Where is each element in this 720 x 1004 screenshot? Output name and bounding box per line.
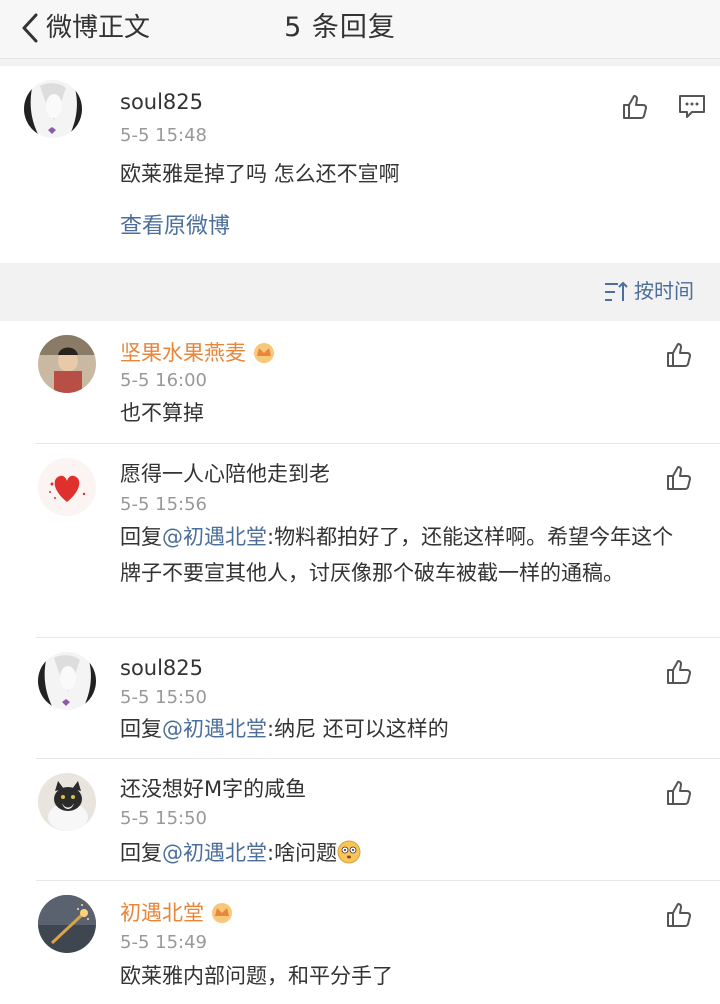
- avatar[interactable]: [38, 773, 96, 831]
- thumbs-up-icon[interactable]: [665, 901, 693, 929]
- reply-username[interactable]: 愿得一人心陪他走到老: [120, 460, 330, 488]
- reply-username[interactable]: 坚果水果燕麦: [120, 341, 246, 365]
- reply-time: 5-5 15:50: [120, 687, 207, 708]
- reply-time: 5-5 15:49: [120, 932, 207, 953]
- list-item: 还没想好M字的咸鱼 5-5 15:50 回复@初遇北堂:啥问题: [0, 759, 720, 881]
- reply-prefix: 回复: [120, 717, 162, 741]
- page-title: 5 条回复: [284, 12, 396, 43]
- reply-username[interactable]: soul825: [120, 654, 203, 682]
- navigation-bar: 微博正文 5 条回复: [0, 0, 720, 59]
- list-item: soul825 5-5 15:50 回复@初遇北堂:纳尼 还可以这样的: [0, 638, 720, 759]
- original-text: 欧莱雅是掉了吗 怎么还不宣啊: [120, 162, 400, 186]
- vip-crown-icon: [254, 343, 274, 363]
- reply-prefix: 回复: [120, 525, 162, 549]
- reply-username[interactable]: 还没想好M字的咸鱼: [120, 775, 306, 803]
- reply-list: 坚果水果燕麦 5-5 16:00 也不算掉 愿得一人心陪他走到老 5-5 15:…: [0, 321, 720, 1004]
- avatar[interactable]: [38, 335, 96, 393]
- reply-time: 5-5 15:50: [120, 808, 207, 829]
- original-time: 5-5 15:48: [120, 125, 207, 146]
- thumbs-up-icon[interactable]: [665, 341, 693, 369]
- avatar[interactable]: [38, 895, 96, 953]
- sort-icon[interactable]: [604, 281, 628, 303]
- reply-text: 也不算掉: [120, 401, 204, 425]
- avatar[interactable]: [38, 652, 96, 710]
- avatar[interactable]: [24, 80, 82, 138]
- sort-by-time-button[interactable]: 按时间: [634, 277, 694, 305]
- thumbs-up-icon[interactable]: [665, 779, 693, 807]
- mention-link[interactable]: @初遇北堂: [162, 717, 267, 741]
- vip-crown-icon: [212, 903, 232, 923]
- list-item: 坚果水果燕麦 5-5 16:00 也不算掉: [0, 321, 720, 444]
- reply-text: :纳尼 还可以这样的: [267, 717, 449, 741]
- mention-link[interactable]: @初遇北堂: [162, 841, 267, 865]
- original-comment: soul825 5-5 15:48 欧莱雅是掉了吗 怎么还不宣啊 查看原微博: [0, 66, 720, 263]
- reply-text: 欧莱雅内部问题，和平分手了: [120, 964, 393, 988]
- view-original-link[interactable]: 查看原微博: [120, 212, 230, 242]
- reply-time: 5-5 15:56: [120, 494, 207, 515]
- avatar[interactable]: [38, 458, 96, 516]
- thumbs-up-icon[interactable]: [665, 658, 693, 686]
- reply-time: 5-5 16:00: [120, 370, 207, 391]
- comment-icon[interactable]: [678, 94, 706, 120]
- thumbs-up-icon[interactable]: [665, 464, 693, 492]
- list-item: 初遇北堂 5-5 15:49 欧莱雅内部问题，和平分手了: [0, 881, 720, 1004]
- list-item: 愿得一人心陪他走到老 5-5 15:56 回复@初遇北堂:物料都拍好了，还能这样…: [0, 444, 720, 638]
- reply-text: :啥问题: [267, 841, 338, 865]
- reply-username[interactable]: 初遇北堂: [120, 901, 204, 925]
- reply-prefix: 回复: [120, 841, 162, 865]
- mention-link[interactable]: @初遇北堂: [162, 525, 267, 549]
- original-username[interactable]: soul825: [120, 88, 203, 116]
- flushed-face-emoji-icon: [337, 840, 361, 864]
- thumbs-up-icon[interactable]: [621, 93, 649, 121]
